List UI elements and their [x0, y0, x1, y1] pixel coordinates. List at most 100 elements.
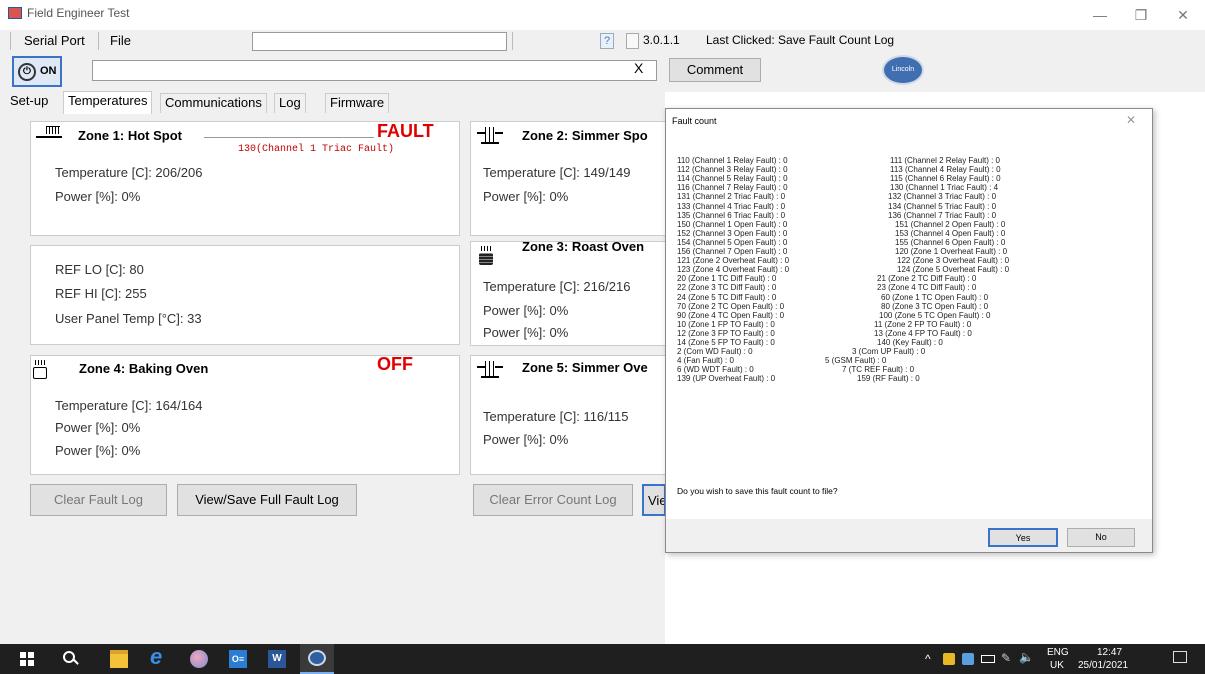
- view-save-fault-log-button[interactable]: View/Save Full Fault Log: [177, 484, 357, 516]
- fault-entry: 60 (Zone 1 TC Open Fault) : 0: [881, 292, 989, 302]
- close-button[interactable]: ✕: [1168, 4, 1198, 26]
- language-primary[interactable]: ENG: [1047, 647, 1069, 658]
- pen-icon[interactable]: ✎: [1001, 651, 1011, 665]
- fault-entry: 80 (Zone 3 TC Open Fault) : 0: [881, 301, 989, 311]
- clear-error-count-log-button[interactable]: Clear Error Count Log: [473, 484, 633, 516]
- language-secondary[interactable]: UK: [1050, 660, 1064, 671]
- tab-setup[interactable]: Set-up: [10, 93, 48, 113]
- fault-entry: 13 (Zone 4 FP TO Fault) : 0: [874, 328, 972, 338]
- tab-temperatures[interactable]: Temperatures: [63, 91, 153, 114]
- user-panel-temp: User Panel Temp [°C]: 33: [55, 311, 202, 326]
- fault-entry: 90 (Zone 4 TC Open Fault) : 0: [677, 310, 785, 320]
- file-explorer-icon[interactable]: [110, 650, 128, 668]
- fault-entry: 121 (Zone 2 Overheat Fault) : 0: [677, 256, 790, 266]
- word-icon[interactable]: W: [268, 650, 286, 668]
- fault-entry: 115 (Channel 6 Relay Fault) : 0: [890, 174, 1001, 184]
- zone1-temperature: Temperature [C]: 206/206: [55, 165, 203, 180]
- fault-entry: 21 (Zone 2 TC Diff Fault) : 0: [877, 274, 977, 284]
- roast-oven-icon: [479, 246, 493, 266]
- fault-entry: 153 (Channel 4 Open Fault) : 0: [895, 228, 1006, 238]
- clock-time[interactable]: 12:47: [1097, 647, 1122, 658]
- restore-button[interactable]: ❐: [1126, 4, 1156, 26]
- fault-entry: 154 (Channel 5 Open Fault) : 0: [677, 237, 788, 247]
- zone4-temperature: Temperature [C]: 164/164: [55, 398, 203, 413]
- zone3-temperature: Temperature [C]: 216/216: [483, 279, 631, 294]
- zone5-power: Power [%]: 0%: [483, 432, 569, 447]
- fault-entry: 6 (WD WDT Fault) : 0: [677, 365, 754, 375]
- fault-count-list: 110 (Channel 1 Relay Fault) : 0 111 (Chan…: [677, 157, 1147, 457]
- clock-date[interactable]: 25/01/2021: [1078, 660, 1128, 671]
- fault-entry: 132 (Channel 3 Triac Fault) : 0: [888, 192, 997, 202]
- search-icon[interactable]: [63, 651, 79, 665]
- fault-entry: 113 (Channel 4 Relay Fault) : 0: [890, 165, 1001, 175]
- no-button[interactable]: No: [1067, 528, 1135, 547]
- clear-x-button[interactable]: X: [634, 60, 643, 76]
- fault-entry: 20 (Zone 1 TC Diff Fault) : 0: [677, 274, 777, 284]
- version-label: 3.0.1.1: [643, 33, 680, 47]
- fault-entry: 114 (Channel 5 Relay Fault) : 0: [677, 174, 788, 184]
- windows-start-icon[interactable]: [20, 652, 34, 666]
- menu-file[interactable]: File: [110, 33, 131, 48]
- fault-entry: 135 (Channel 6 Triac Fault) : 0: [677, 210, 786, 220]
- fault-entry: 22 (Zone 3 TC Diff Fault) : 0: [677, 283, 777, 293]
- dialog-title: Fault count: [672, 116, 717, 126]
- fault-entry: 3 (Com UP Fault) : 0: [852, 347, 926, 357]
- serial-port-field[interactable]: [252, 32, 507, 51]
- tab-log[interactable]: Log: [274, 93, 306, 113]
- zone1-title: Zone 1: Hot Spot: [78, 128, 182, 143]
- fault-entry: 110 (Channel 1 Relay Fault) : 0: [677, 156, 788, 165]
- zone1-status: FAULT: [377, 121, 434, 141]
- tab-communications[interactable]: Communications: [160, 93, 267, 113]
- fault-entry: 23 (Zone 4 TC Diff Fault) : 0: [877, 283, 977, 293]
- app-icon-bird[interactable]: [190, 650, 208, 668]
- menu-serial-port[interactable]: Serial Port: [24, 33, 85, 48]
- zone1-power: Power [%]: 0%: [55, 189, 141, 204]
- fault-entry: 122 (Zone 3 Overheat Fault) : 0: [897, 256, 1010, 266]
- hob-icon: [36, 126, 62, 142]
- fault-entry: 130 (Channel 1 Triac Fault) : 4: [890, 183, 999, 193]
- zone3-power-secondary: Power [%]: 0%: [483, 325, 569, 340]
- volume-icon[interactable]: 🔈: [1019, 650, 1034, 664]
- comment-button[interactable]: Comment: [669, 58, 761, 82]
- fault-entry: 5 (GSM Fault) : 0: [825, 356, 887, 366]
- help-icon[interactable]: ?: [600, 33, 614, 49]
- hob-icon: [477, 127, 503, 145]
- power-icon: ⏻: [18, 63, 36, 81]
- fault-entry: 140 (Key Fault) : 0: [877, 338, 943, 347]
- fault-entry: 111 (Channel 2 Relay Fault) : 0: [890, 156, 1000, 165]
- clear-fault-log-button[interactable]: Clear Fault Log: [30, 484, 167, 516]
- notifications-icon[interactable]: [1173, 651, 1187, 663]
- fault-entry: 133 (Channel 4 Triac Fault) : 0: [677, 201, 786, 211]
- battery-icon[interactable]: [981, 655, 995, 663]
- fault-entry: 2 (Com WD Fault) : 0: [677, 347, 753, 357]
- fault-entry: 131 (Channel 2 Triac Fault) : 0: [677, 192, 786, 202]
- power-on-button[interactable]: ⏻ ON: [12, 56, 62, 87]
- zone4-title: Zone 4: Baking Oven: [79, 361, 209, 376]
- field-engineer-taskbar-button[interactable]: [300, 644, 334, 674]
- fault-entry: 12 (Zone 3 FP TO Fault) : 0: [677, 328, 775, 338]
- last-clicked-label: Last Clicked: Save Fault Count Log: [706, 33, 895, 47]
- window-title: Field Engineer Test: [27, 6, 130, 20]
- oven-icon: [33, 360, 47, 380]
- minimize-button[interactable]: —: [1085, 4, 1115, 26]
- dialog-close-button[interactable]: ✕: [1126, 113, 1136, 127]
- fault-entry: 120 (Zone 1 Overheat Fault) : 0: [895, 247, 1008, 256]
- yes-button[interactable]: Yes: [988, 528, 1058, 547]
- zone5-title: Zone 5: Simmer Ove: [522, 360, 648, 375]
- outlook-icon[interactable]: O≡: [229, 650, 247, 668]
- warning-tray-icon[interactable]: [943, 653, 955, 665]
- edge-browser-icon[interactable]: e: [150, 644, 162, 670]
- zone4-power-secondary: Power [%]: 0%: [55, 443, 141, 458]
- fault-entry: 139 (UP Overheat Fault) : 0: [677, 374, 776, 384]
- chevron-up-icon[interactable]: ^: [925, 652, 931, 666]
- zone2-power: Power [%]: 0%: [483, 189, 569, 204]
- on-label: ON: [40, 65, 57, 77]
- zone2-temperature: Temperature [C]: 149/149: [483, 165, 631, 180]
- tab-firmware[interactable]: Firmware: [325, 93, 390, 113]
- fault-entry: 150 (Channel 1 Open Fault) : 0: [677, 219, 788, 229]
- fault-entry: 152 (Channel 3 Open Fault) : 0: [677, 228, 788, 238]
- view-save-error-count-button[interactable]: Vie: [642, 484, 666, 516]
- fault-entry: 156 (Channel 7 Open Fault) : 0: [677, 247, 788, 256]
- network-tray-icon[interactable]: [962, 653, 974, 665]
- command-input[interactable]: [92, 60, 657, 81]
